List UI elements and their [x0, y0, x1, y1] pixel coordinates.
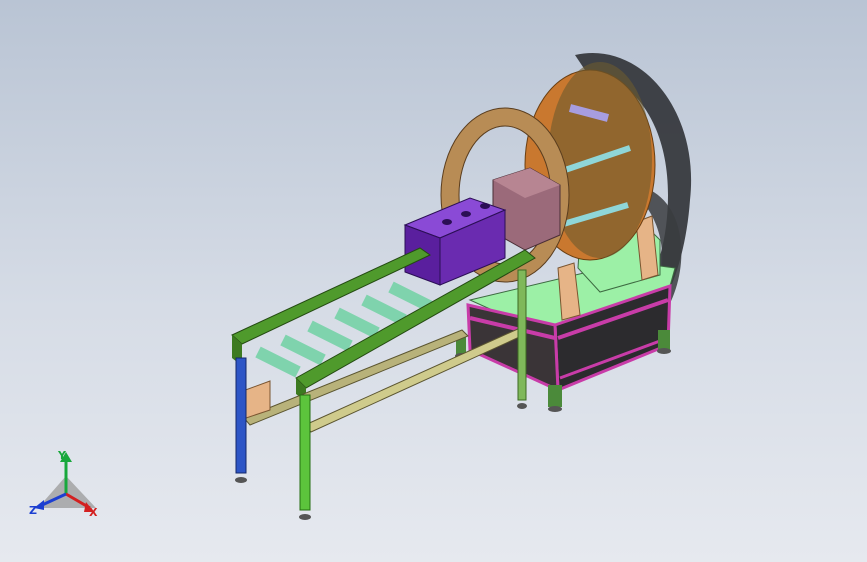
tan-bracket-left — [557, 262, 581, 321]
base-foot-left — [548, 385, 562, 407]
workpiece-hole-1 — [442, 219, 452, 225]
leg-foot-mid — [517, 403, 527, 409]
leg-green-mid — [517, 269, 527, 401]
z-axis-label: Z — [29, 504, 37, 517]
leveling-foot-1 — [548, 406, 562, 412]
machine-model[interactable] — [0, 0, 867, 562]
leg-green-front — [299, 394, 311, 511]
x-axis-label: X — [89, 506, 98, 519]
workpiece-hole-2 — [461, 211, 471, 217]
leg-blue — [235, 357, 247, 474]
y-axis-label: Y — [58, 449, 66, 462]
cad-viewport[interactable]: Y Z X — [0, 0, 867, 562]
workpiece-hole-3 — [480, 203, 490, 209]
base-foot-right — [658, 330, 670, 350]
leveling-foot-2 — [657, 348, 671, 354]
leg-foot-blue — [235, 477, 247, 483]
leg-foot-green — [299, 514, 311, 520]
